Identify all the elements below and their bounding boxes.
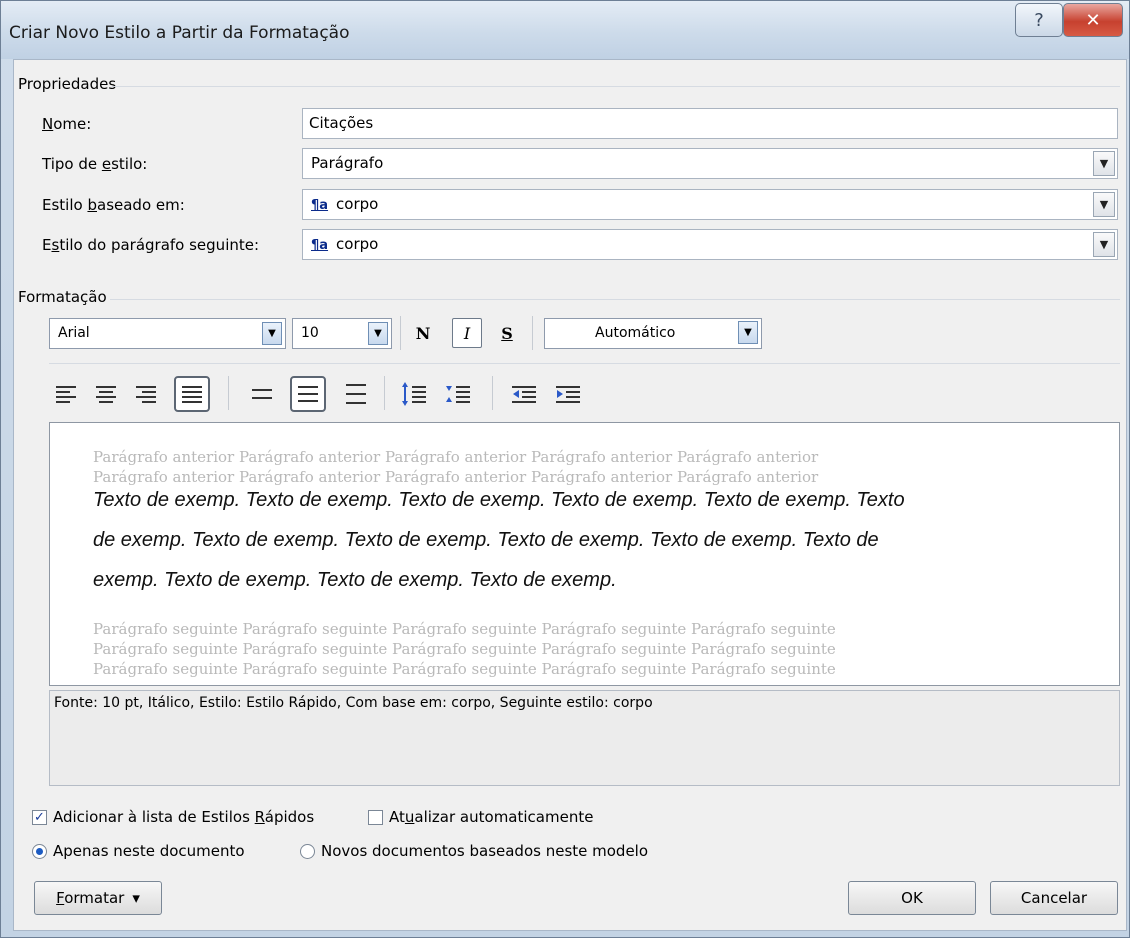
style-type-select[interactable]: Parágrafo ▼ (302, 148, 1118, 179)
auto-update-checkbox[interactable] (368, 809, 383, 825)
increase-paragraph-spacing-icon[interactable] (398, 378, 430, 410)
next-paragraph-text: Parágrafo seguinte Parágrafo seguinte Pa… (93, 620, 836, 638)
chevron-down-icon[interactable]: ▼ (368, 322, 388, 345)
add-to-quick-styles-checkbox[interactable]: ✓ (32, 809, 47, 825)
based-on-select[interactable]: ¶a corpo ▼ (302, 189, 1118, 220)
one-half-spacing-icon[interactable] (290, 376, 326, 412)
chevron-down-icon[interactable]: ▼ (1093, 151, 1115, 176)
dropdown-arrow-icon: ▾ (132, 889, 140, 907)
only-this-document-label: Apenas neste documento (53, 842, 245, 860)
align-left-icon[interactable] (50, 378, 82, 410)
next-style-label: Estilo do parágrafo seguinte: (42, 236, 260, 254)
chevron-down-icon[interactable]: ▼ (1093, 192, 1115, 217)
only-this-document-option[interactable]: Apenas neste documento (32, 842, 245, 860)
font-color-dropdown[interactable]: ▼ (730, 318, 762, 349)
format-menu-button[interactable]: Formatar ▾ (34, 881, 162, 915)
double-spacing-icon[interactable] (340, 378, 372, 410)
auto-update-option[interactable]: Atualizar automaticamente (368, 808, 593, 826)
next-style-value: corpo (336, 235, 379, 253)
title-bar: Criar Novo Estilo a Partir da Formatação… (1, 1, 1129, 59)
sample-text: de exemp. Texto de exemp. Texto de exemp… (93, 529, 879, 551)
previous-paragraph-text: Parágrafo anterior Parágrafo anterior Pa… (93, 448, 819, 466)
help-icon: ? (1034, 9, 1044, 31)
name-input[interactable]: Citações (302, 108, 1118, 139)
name-label: Nome: (42, 115, 92, 133)
properties-group-divider (112, 86, 1120, 87)
align-right-icon[interactable] (130, 378, 162, 410)
based-on-label: Estilo baseado em: (42, 196, 185, 214)
formatting-group-divider (110, 299, 1120, 300)
next-paragraph-text: Parágrafo seguinte Parágrafo seguinte Pa… (93, 640, 836, 658)
cancel-button[interactable]: Cancelar (990, 881, 1118, 915)
decrease-paragraph-spacing-icon[interactable] (442, 378, 474, 410)
toolbar-separator (492, 376, 493, 410)
add-to-quick-styles-option[interactable]: ✓ Adicionar à lista de Estilos Rápidos (32, 808, 314, 826)
paragraph-style-icon: ¶a (311, 198, 329, 213)
sample-text: Texto de exemp. Texto de exemp. Texto de… (93, 489, 905, 511)
font-value: Arial (58, 325, 90, 341)
close-icon: ✕ (1085, 9, 1101, 31)
help-button[interactable]: ? (1015, 3, 1063, 37)
new-documents-radio[interactable] (300, 843, 315, 859)
ok-button[interactable]: OK (848, 881, 976, 915)
increase-indent-icon[interactable] (552, 378, 584, 410)
underline-button[interactable]: S (492, 318, 522, 348)
dialog-client: Propriedades Nome: Citações Tipo de esti… (13, 59, 1127, 931)
font-size-value: 10 (301, 325, 319, 341)
chevron-down-icon[interactable]: ▼ (262, 322, 282, 345)
only-this-document-radio[interactable] (32, 843, 47, 859)
sample-text: exemp. Texto de exemp. Texto de exemp. T… (93, 569, 617, 591)
dialog-title: Criar Novo Estilo a Partir da Formatação (9, 23, 350, 43)
toolbar-separator (532, 316, 533, 350)
decrease-indent-icon[interactable] (508, 378, 540, 410)
next-style-select[interactable]: ¶a corpo ▼ (302, 229, 1118, 260)
properties-group-label: Propriedades (18, 75, 117, 93)
new-documents-label: Novos documentos baseados neste modelo (321, 842, 649, 860)
paragraph-style-icon: ¶a (311, 238, 329, 253)
based-on-value: corpo (336, 195, 379, 213)
style-type-value: Parágrafo (311, 154, 384, 172)
font-size-select[interactable]: 10 ▼ (292, 318, 392, 349)
style-preview: Parágrafo anterior Parágrafo anterior Pa… (49, 422, 1120, 686)
font-select[interactable]: Arial ▼ (49, 318, 286, 349)
toolbar-separator (400, 316, 401, 350)
align-center-icon[interactable] (90, 378, 122, 410)
justify-icon[interactable] (174, 376, 210, 412)
chevron-down-icon[interactable]: ▼ (1093, 232, 1115, 257)
next-paragraph-text: Parágrafo seguinte Parágrafo seguinte Pa… (93, 660, 836, 678)
toolbar-divider (49, 363, 1120, 364)
toolbar-separator (384, 376, 385, 410)
bold-button[interactable]: N (408, 318, 438, 348)
style-description: Fonte: 10 pt, Itálico, Estilo: Estilo Rá… (49, 690, 1120, 786)
chevron-down-icon: ▼ (738, 321, 758, 344)
italic-button[interactable]: I (452, 318, 482, 348)
formatting-group-label: Formatação (18, 288, 107, 306)
style-type-label: Tipo de estilo: (42, 155, 148, 173)
dialog-window: Criar Novo Estilo a Partir da Formatação… (0, 0, 1130, 938)
font-color-value: Automático (595, 325, 676, 341)
single-spacing-icon[interactable] (246, 378, 278, 410)
close-button[interactable]: ✕ (1063, 3, 1123, 37)
new-documents-option[interactable]: Novos documentos baseados neste modelo (300, 842, 648, 860)
toolbar-separator (228, 376, 229, 410)
